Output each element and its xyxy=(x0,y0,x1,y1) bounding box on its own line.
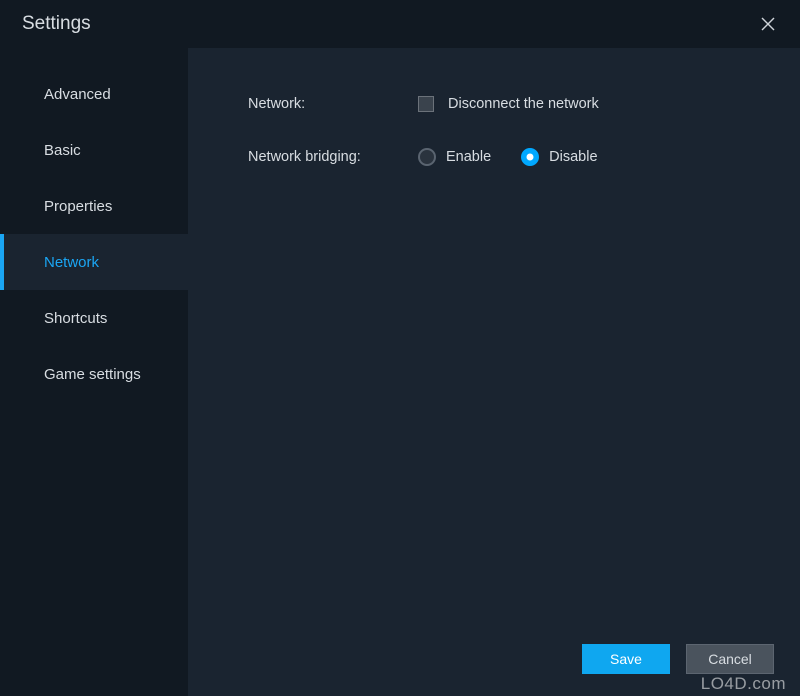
disconnect-network-label: Disconnect the network xyxy=(448,96,599,112)
sidebar: Advanced Basic Properties Network Shortc… xyxy=(0,48,188,696)
sidebar-item-label: Shortcuts xyxy=(44,310,107,327)
window-title: Settings xyxy=(22,13,91,35)
sidebar-item-label: Advanced xyxy=(44,86,111,103)
cancel-button[interactable]: Cancel xyxy=(686,644,774,674)
settings-window: Settings Advanced Basic Properties Netwo… xyxy=(0,0,800,696)
bridging-disable-option[interactable]: Disable xyxy=(521,148,597,166)
network-label: Network: xyxy=(248,96,418,112)
close-button[interactable] xyxy=(754,10,782,38)
sidebar-item-label: Game settings xyxy=(44,366,141,383)
sidebar-item-basic[interactable]: Basic xyxy=(0,122,188,178)
bridging-enable-option[interactable]: Enable xyxy=(418,148,491,166)
network-row: Network: Disconnect the network xyxy=(248,96,760,112)
sidebar-item-label: Network xyxy=(44,254,99,271)
sidebar-item-properties[interactable]: Properties xyxy=(0,178,188,234)
radio-label: Disable xyxy=(549,149,597,165)
radio-icon xyxy=(521,148,539,166)
window-body: Advanced Basic Properties Network Shortc… xyxy=(0,48,800,696)
bridging-label: Network bridging: xyxy=(248,149,418,165)
sidebar-item-advanced[interactable]: Advanced xyxy=(0,66,188,122)
radio-label: Enable xyxy=(446,149,491,165)
bridging-row: Network bridging: Enable Disable xyxy=(248,148,760,166)
watermark: LO4D.com xyxy=(701,674,786,694)
sidebar-item-shortcuts[interactable]: Shortcuts xyxy=(0,290,188,346)
footer-buttons: Save Cancel xyxy=(582,644,774,674)
sidebar-item-label: Properties xyxy=(44,198,112,215)
sidebar-item-network[interactable]: Network xyxy=(0,234,188,290)
sidebar-item-label: Basic xyxy=(44,142,81,159)
content-pane: Network: Disconnect the network Network … xyxy=(188,48,800,696)
bridging-radio-group: Enable Disable xyxy=(418,148,598,166)
disconnect-network-checkbox[interactable] xyxy=(418,96,434,112)
sidebar-item-game-settings[interactable]: Game settings xyxy=(0,346,188,402)
close-icon xyxy=(761,17,775,31)
radio-icon xyxy=(418,148,436,166)
titlebar: Settings xyxy=(0,0,800,48)
save-button[interactable]: Save xyxy=(582,644,670,674)
